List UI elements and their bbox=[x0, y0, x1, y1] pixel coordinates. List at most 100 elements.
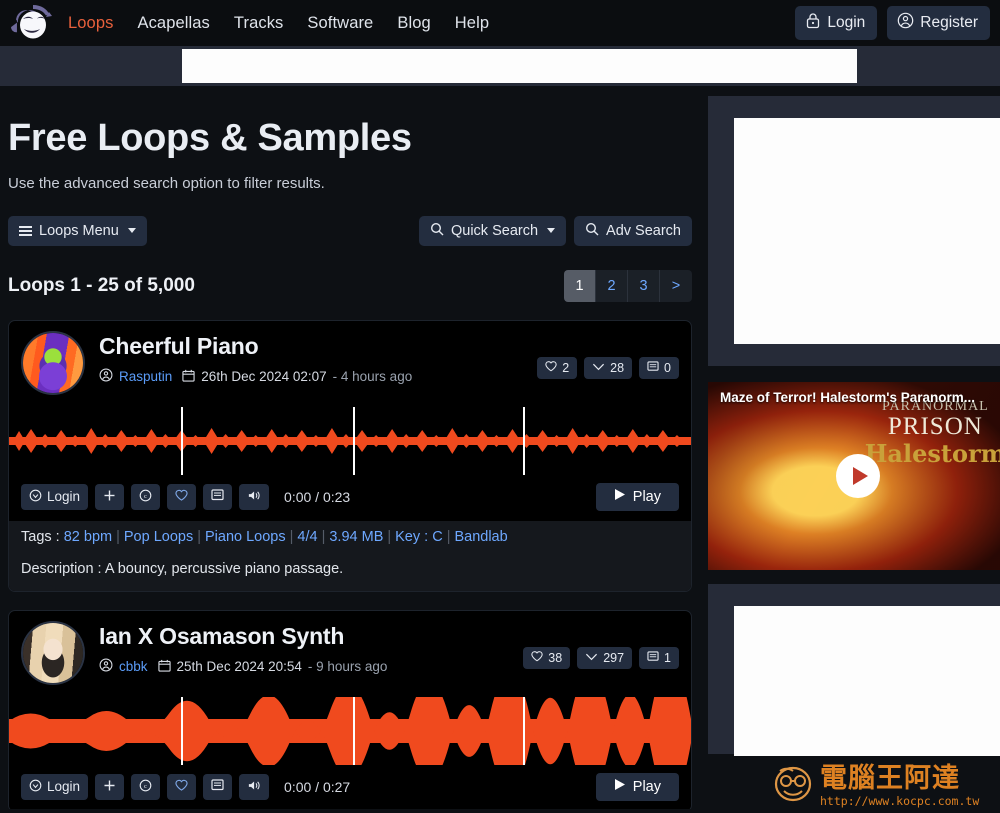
top-ad-container bbox=[0, 46, 1000, 86]
register-button[interactable]: Register bbox=[887, 6, 990, 40]
play-triangle-icon bbox=[614, 488, 626, 505]
likes-count: 38 bbox=[548, 651, 562, 665]
volume-button[interactable] bbox=[239, 484, 269, 510]
video-ad-brand: PARANORMAL PRISON Halestorm bbox=[865, 400, 1000, 466]
top-banner-ad[interactable] bbox=[182, 49, 857, 83]
lock-icon bbox=[805, 12, 821, 34]
tag-pop-loops[interactable]: Pop Loops bbox=[124, 529, 193, 545]
play-triangle-icon bbox=[614, 778, 626, 795]
comment-button[interactable] bbox=[203, 774, 232, 800]
search-toolbar: Loops Menu Quick Search Adv Search bbox=[8, 216, 692, 246]
download-login-button[interactable]: Login bbox=[21, 484, 88, 510]
watermark-mascot-icon bbox=[770, 764, 816, 809]
heart-icon bbox=[531, 650, 543, 665]
search-icon bbox=[585, 222, 599, 240]
nav-link-blog[interactable]: Blog bbox=[397, 14, 430, 33]
play-triangle-icon bbox=[853, 467, 868, 485]
page-button-3[interactable]: 3 bbox=[628, 270, 660, 302]
site-logo-icon[interactable] bbox=[6, 0, 58, 46]
watermark: 電腦王阿達 http://www.kocpc.com.tw bbox=[770, 762, 1000, 810]
page-title: Free Loops & Samples bbox=[8, 116, 692, 161]
sidebar-ad-bottom[interactable]: i bbox=[734, 606, 1000, 756]
add-to-playlist-button[interactable] bbox=[95, 774, 124, 800]
play-button[interactable]: Play bbox=[596, 773, 679, 801]
download-circle-icon bbox=[29, 489, 42, 505]
playback-time: 0:00 / 0:27 bbox=[284, 779, 350, 795]
waveform[interactable] bbox=[9, 697, 691, 765]
play-button-label: Play bbox=[633, 779, 661, 795]
play-button[interactable]: Play bbox=[596, 483, 679, 511]
page-button-2[interactable]: 2 bbox=[596, 270, 628, 302]
comments-stat[interactable]: 0 bbox=[639, 357, 679, 379]
comments-stat[interactable]: 1 bbox=[639, 647, 679, 669]
downloads-stat[interactable]: 28 bbox=[584, 357, 632, 379]
likes-stat[interactable]: 38 bbox=[523, 647, 570, 669]
loop-title[interactable]: Cheerful Piano bbox=[99, 333, 529, 361]
loops-menu-button[interactable]: Loops Menu bbox=[8, 216, 147, 246]
page-button-1[interactable]: 1 bbox=[564, 270, 596, 302]
description-text: A bouncy, percussive piano passage. bbox=[105, 561, 343, 577]
nav-link-loops[interactable]: Loops bbox=[68, 14, 113, 33]
comment-button[interactable] bbox=[203, 484, 232, 510]
waveform-marker bbox=[523, 697, 525, 765]
page-next-button[interactable]: > bbox=[660, 270, 692, 302]
video-play-button[interactable] bbox=[836, 454, 880, 498]
downloads-stat[interactable]: 297 bbox=[577, 647, 632, 669]
waveform-marker bbox=[523, 407, 525, 475]
nav-link-tracks[interactable]: Tracks bbox=[234, 14, 284, 33]
tag-time-signature[interactable]: 4/4 bbox=[297, 529, 317, 545]
nav-link-acapellas[interactable]: Acapellas bbox=[137, 14, 209, 33]
tag-key[interactable]: Key : C bbox=[395, 529, 443, 545]
watermark-url: http://www.kocpc.com.tw bbox=[820, 794, 979, 808]
loop-author-link[interactable]: cbbk bbox=[119, 659, 148, 674]
comment-icon bbox=[647, 651, 659, 665]
heart-icon bbox=[545, 360, 557, 375]
sidebar-ad-rail: i Maze of Terror! Halestorm's Paranorm..… bbox=[708, 96, 1000, 754]
account-actions: Login Register bbox=[795, 6, 990, 40]
download-login-label: Login bbox=[47, 489, 80, 504]
comments-count: 1 bbox=[664, 651, 671, 665]
avatar[interactable] bbox=[21, 621, 85, 685]
download-login-label: Login bbox=[47, 779, 80, 794]
login-button[interactable]: Login bbox=[795, 6, 877, 40]
loop-author-link[interactable]: Rasputin bbox=[119, 369, 172, 384]
svg-text:c: c bbox=[144, 493, 147, 500]
page-root: Loops Acapellas Tracks Software Blog Hel… bbox=[0, 0, 1000, 813]
loop-submeta: cbbk 25th Dec 2024 20:54 - 9 hours ago bbox=[99, 658, 515, 675]
loop-relative-time: - 4 hours ago bbox=[333, 369, 413, 384]
tag-piano-loops[interactable]: Piano Loops bbox=[205, 529, 286, 545]
favourite-button[interactable] bbox=[167, 484, 196, 510]
loop-date: 25th Dec 2024 20:54 bbox=[177, 659, 302, 674]
video-ad[interactable]: Maze of Terror! Halestorm's Paranorm... … bbox=[708, 382, 1000, 570]
description-label: Description : bbox=[21, 561, 102, 577]
loop-title[interactable]: Ian X Osamason Synth bbox=[99, 623, 515, 651]
loop-tags: Tags : 82 bpm|Pop Loops|Piano Loops|4/4|… bbox=[9, 521, 691, 549]
download-login-button[interactable]: Login bbox=[21, 774, 88, 800]
add-to-playlist-button[interactable] bbox=[95, 484, 124, 510]
video-ad-brand-line2: PRISON bbox=[865, 414, 1000, 439]
volume-button[interactable] bbox=[239, 774, 269, 800]
comments-count: 0 bbox=[664, 361, 671, 375]
watermark-title: 電腦王阿達 bbox=[820, 765, 979, 792]
tag-filesize[interactable]: 3.94 MB bbox=[329, 529, 383, 545]
copyright-license-button[interactable]: c bbox=[131, 774, 160, 800]
plus-icon bbox=[103, 779, 116, 795]
tag-bpm[interactable]: 82 bpm bbox=[64, 529, 112, 545]
favourite-button[interactable] bbox=[167, 774, 196, 800]
adv-search-button[interactable]: Adv Search bbox=[574, 216, 692, 246]
avatar[interactable] bbox=[21, 331, 85, 395]
loop-card-meta: Cheerful Piano Rasputin 26th Dec 2024 02… bbox=[99, 331, 529, 386]
nav-link-help[interactable]: Help bbox=[455, 14, 489, 33]
sidebar-ad-bottom-container: i bbox=[708, 584, 1000, 754]
play-button-label: Play bbox=[633, 489, 661, 505]
copyright-license-button[interactable]: c bbox=[131, 484, 160, 510]
loop-controls: Login c bbox=[9, 765, 691, 811]
quick-search-button[interactable]: Quick Search bbox=[419, 216, 566, 246]
pagination: 1 2 3 > bbox=[564, 270, 692, 302]
waveform[interactable] bbox=[9, 407, 691, 475]
search-icon bbox=[430, 222, 444, 240]
likes-stat[interactable]: 2 bbox=[537, 357, 577, 379]
tag-bandlab[interactable]: Bandlab bbox=[454, 529, 507, 545]
sidebar-ad-top[interactable]: i bbox=[734, 118, 1000, 344]
nav-link-software[interactable]: Software bbox=[307, 14, 373, 33]
